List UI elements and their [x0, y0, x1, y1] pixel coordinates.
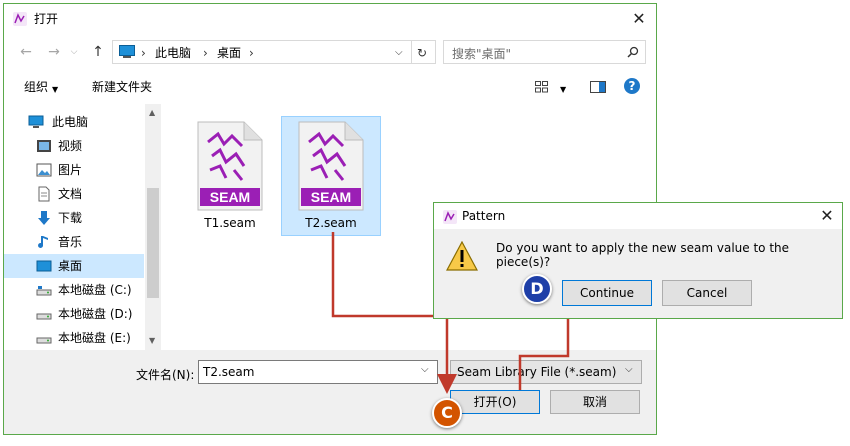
- arrow-to-continue-button: [518, 298, 578, 390]
- warning-icon: [446, 241, 478, 271]
- continue-button[interactable]: Continue: [562, 280, 652, 306]
- app-icon: [443, 210, 457, 224]
- step-d-badge: D: [522, 274, 552, 304]
- close-button[interactable]: ✕: [812, 204, 842, 228]
- dialog-cancel-button[interactable]: Cancel: [662, 280, 752, 306]
- dialog-message: Do you want to apply the new seam value …: [496, 241, 790, 269]
- dialog-title: Pattern: [462, 209, 506, 223]
- dialog-body: Do you want to apply the new seam value …: [434, 229, 842, 318]
- step-c-badge: C: [432, 398, 462, 428]
- arrow-to-open-button: [331, 232, 457, 394]
- pattern-dialog: Pattern ✕ Do you want to apply the new s…: [433, 202, 843, 319]
